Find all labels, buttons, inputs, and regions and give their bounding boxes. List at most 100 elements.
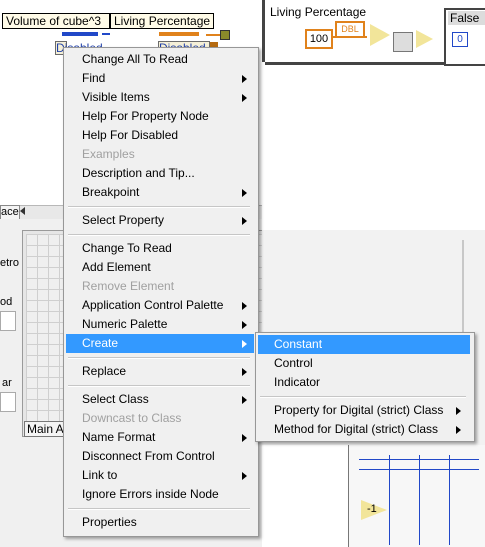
dice-icon[interactable] <box>393 32 413 52</box>
menu-item-breakpoint[interactable]: Breakpoint <box>66 183 254 202</box>
submenu-arrow-icon <box>242 217 247 225</box>
menu-item-label: Method for Digital (strict) Class <box>274 422 439 436</box>
wire-blue <box>389 455 390 545</box>
property-node-living-percentage[interactable]: Living Percentage <box>110 13 214 29</box>
menu-item-label: Help For Property Node <box>82 109 209 123</box>
submenu-arrow-icon <box>242 189 247 197</box>
window-tab[interactable]: ace <box>0 205 20 220</box>
wire-blue <box>449 455 450 545</box>
property-node-label: Volume of cube^3 <box>6 14 102 28</box>
menu-item-link-to[interactable]: Link to <box>66 466 254 485</box>
menu-item-label: Help For Disabled <box>82 128 179 142</box>
menu-separator <box>68 234 250 236</box>
submenu-arrow-icon <box>242 75 247 83</box>
menu-item-label: Constant <box>274 337 323 351</box>
tab-main-label: Main A <box>27 422 64 436</box>
submenu-item-method-for-digital-strict-class[interactable]: Method for Digital (strict) Class <box>258 420 470 439</box>
menu-item-label: Downcast to Class <box>82 411 182 425</box>
submenu-item-constant[interactable]: Constant <box>258 335 470 354</box>
submenu-arrow-icon <box>242 340 247 348</box>
divide-function-icon[interactable] <box>370 24 390 46</box>
property-node-volume[interactable]: Volume of cube^3 <box>2 13 110 29</box>
menu-item-numeric-palette[interactable]: Numeric Palette <box>66 315 254 334</box>
menu-item-remove-element: Remove Element <box>66 277 254 296</box>
menu-item-label: Replace <box>82 364 127 378</box>
menu-item-label: Visible Items <box>82 90 150 104</box>
menu-item-application-control-palette[interactable]: Application Control Palette <box>66 296 254 315</box>
property-node-label: Living Percentage <box>114 14 211 28</box>
menu-item-label: Description and Tip... <box>82 166 195 180</box>
circuit-diagram: -1 <box>348 445 485 547</box>
submenu-arrow-icon <box>242 368 247 376</box>
menu-separator <box>68 508 250 510</box>
submenu-arrow-icon <box>242 302 247 310</box>
menu-item-label: Remove Element <box>82 279 175 293</box>
submenu-arrow-icon <box>456 407 461 415</box>
menu-item-label: Numeric Palette <box>82 317 168 331</box>
menu-item-create[interactable]: Create <box>66 334 254 353</box>
indicator-label: Living Percentage <box>270 5 367 19</box>
cut-label: od <box>0 296 13 308</box>
submenu-arrow-icon <box>242 94 247 102</box>
menu-item-select-property[interactable]: Select Property <box>66 211 254 230</box>
menu-item-change-all-to-read[interactable]: Change All To Read <box>66 50 254 69</box>
tab-main[interactable]: Main A <box>24 421 66 437</box>
cut-label: etro <box>0 257 19 269</box>
menu-item-disconnect-from-control[interactable]: Disconnect From Control <box>66 447 254 466</box>
menu-item-label: Find <box>82 71 106 85</box>
node-header-bar <box>62 32 98 36</box>
cut-control[interactable] <box>0 392 16 412</box>
submenu-item-indicator[interactable]: Indicator <box>258 373 470 392</box>
submenu-item-property-for-digital-strict-class[interactable]: Property for Digital (strict) Class <box>258 401 470 420</box>
menu-item-visible-items[interactable]: Visible Items <box>66 88 254 107</box>
cut-control[interactable] <box>0 311 16 331</box>
menu-item-label: Create <box>82 336 119 350</box>
menu-item-help-for-disabled[interactable]: Help For Disabled <box>66 126 254 145</box>
menu-separator <box>68 357 250 359</box>
menu-item-label: Indicator <box>274 375 321 389</box>
context-menu: Change All To Read Find Visible Items Help … <box>63 47 259 537</box>
window-tab-label: ace <box>1 206 19 218</box>
create-submenu: Constant Control Indicator Property for Dig… <box>255 332 475 442</box>
index-constant[interactable]: 0 <box>452 32 468 47</box>
submenu-arrow-icon <box>242 396 247 404</box>
menu-item-find[interactable]: Find <box>66 69 254 88</box>
menu-item-change-to-read[interactable]: Change To Read <box>66 239 254 258</box>
menu-item-label: Select Property <box>82 213 165 227</box>
menu-item-replace[interactable]: Replace <box>66 362 254 381</box>
dbl-badge: DBL <box>341 24 359 34</box>
menu-item-properties[interactable]: Properties <box>66 513 254 532</box>
wire-blue <box>419 455 420 545</box>
case-selector[interactable]: False <box>448 11 485 25</box>
menu-item-ignore-errors-inside-node[interactable]: Ignore Errors inside Node <box>66 485 254 504</box>
menu-item-description-and-tip[interactable]: Description and Tip... <box>66 164 254 183</box>
menu-item-label: Select Class <box>82 392 149 406</box>
menu-item-name-format[interactable]: Name Format <box>66 428 254 447</box>
terminal-icon[interactable] <box>220 30 230 40</box>
menu-separator <box>68 385 250 387</box>
node-header-bar <box>159 32 199 36</box>
compare-function-icon[interactable] <box>416 30 433 48</box>
menu-item-label: Control <box>274 356 313 370</box>
cut-label: ar <box>2 377 12 389</box>
submenu-arrow-icon <box>242 321 247 329</box>
menu-item-label: Name Format <box>82 430 156 444</box>
index-constant-value: 0 <box>457 34 463 45</box>
menu-item-label: Change To Read <box>82 241 172 255</box>
submenu-arrow-icon <box>242 472 247 480</box>
menu-item-help-for-property-node[interactable]: Help For Property Node <box>66 107 254 126</box>
menu-separator <box>68 206 250 208</box>
scroll-left-arrow-icon[interactable] <box>20 207 25 215</box>
wire-orange <box>331 36 367 38</box>
menu-item-select-class[interactable]: Select Class <box>66 390 254 409</box>
menu-item-label: Examples <box>82 147 135 161</box>
submenu-arrow-icon <box>456 426 461 434</box>
case-structure[interactable]: False 0 <box>444 8 485 66</box>
numeric-constant[interactable]: 100 <box>305 29 333 49</box>
menu-item-downcast-to-class: Downcast to Class <box>66 409 254 428</box>
menu-item-label: Ignore Errors inside Node <box>82 487 219 501</box>
submenu-item-control[interactable]: Control <box>258 354 470 373</box>
block-diagram-right: Living Percentage 100 DBL False 0 <box>262 0 485 80</box>
menu-item-add-element[interactable]: Add Element <box>66 258 254 277</box>
menu-item-label: Breakpoint <box>82 185 140 199</box>
